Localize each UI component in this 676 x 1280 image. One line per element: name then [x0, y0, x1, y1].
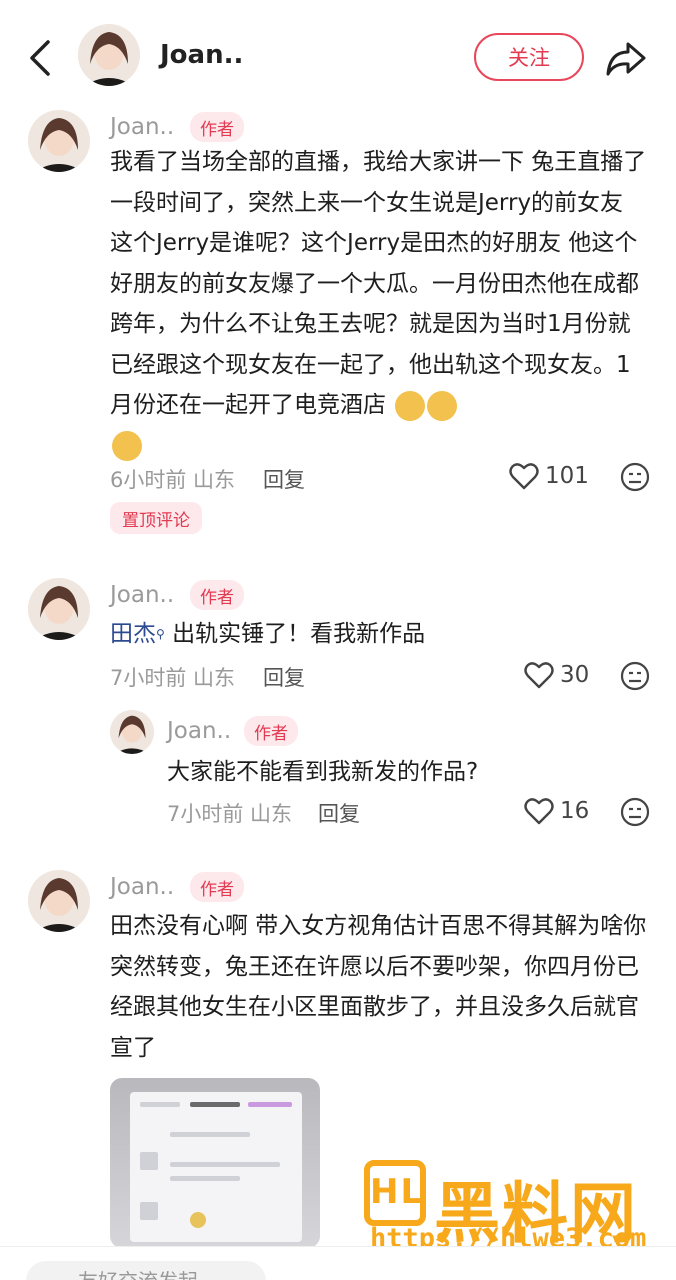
author-avatar[interactable]: [78, 24, 140, 86]
reply-button[interactable]: 回复: [318, 798, 360, 828]
like-button[interactable]: 101: [509, 462, 589, 490]
like-button[interactable]: 30: [524, 661, 589, 689]
bottom-bar: 友好交流发起: [0, 1246, 676, 1280]
commenter-name[interactable]: Joan..: [110, 114, 174, 140]
emoji-icon: [395, 390, 426, 421]
replier-name[interactable]: Joan..: [167, 718, 231, 744]
commenter-avatar[interactable]: [28, 870, 90, 932]
reply-button[interactable]: 回复: [263, 464, 305, 494]
comment-text: 田杰没有心啊 带入女方视角估计百思不得其解为啥你突然转变，兔王还在许愿以后不要吵…: [110, 913, 647, 1061]
author-tag: 作者: [190, 580, 244, 610]
emoji-icon: [112, 431, 142, 461]
heart-icon: [509, 463, 539, 490]
heart-icon: [524, 798, 554, 825]
like-button[interactable]: 16: [524, 797, 589, 825]
comment-text: 田杰⚲ 出轨实锤了！看我新作品: [110, 621, 426, 647]
like-count: 30: [560, 662, 590, 688]
comment-input[interactable]: 友好交流发起: [26, 1261, 266, 1280]
like-count: 101: [545, 463, 589, 489]
author-name: Joan..: [160, 40, 244, 70]
dislike-icon[interactable]: [620, 797, 650, 827]
reply-button[interactable]: 回复: [263, 662, 305, 692]
commenter-avatar[interactable]: [28, 110, 90, 172]
commenter-avatar[interactable]: [28, 578, 90, 640]
watermark-hl-mark: HL: [364, 1160, 426, 1226]
attached-screenshot[interactable]: [110, 1078, 320, 1248]
author-tag: 作者: [190, 872, 244, 902]
back-icon[interactable]: [24, 38, 58, 78]
author-tag: 作者: [190, 112, 244, 142]
commenter-name[interactable]: Joan..: [110, 582, 174, 608]
comment-body: 我看了当场全部的直播，我给大家讲一下 兔王直播了一段时间了，突然上来一个女生说是…: [110, 149, 647, 418]
pinned-badge: 置顶评论: [110, 502, 202, 534]
comment-body: 出轨实锤了！看我新作品: [172, 621, 426, 647]
like-count: 16: [560, 798, 590, 824]
replier-avatar[interactable]: [110, 710, 154, 754]
comment-meta: 6小时前 山东: [110, 468, 236, 492]
reply-meta: 7小时前 山东: [167, 802, 293, 826]
author-tag: 作者: [244, 716, 298, 746]
share-icon[interactable]: [604, 38, 648, 78]
top-bar: Joan.. 关注: [0, 0, 676, 112]
screenshot-content: [130, 1092, 302, 1242]
dislike-icon[interactable]: [620, 661, 650, 691]
dislike-icon[interactable]: [620, 462, 650, 492]
reply-text: 大家能不能看到我新发的作品?: [167, 759, 479, 785]
follow-button[interactable]: 关注: [474, 33, 584, 81]
emoji-icon: [427, 390, 458, 421]
comment-text: 我看了当场全部的直播，我给大家讲一下 兔王直播了一段时间了，突然上来一个女生说是…: [110, 142, 650, 466]
topic-link[interactable]: 田杰: [110, 621, 156, 647]
commenter-name[interactable]: Joan..: [110, 874, 174, 900]
heart-icon: [524, 662, 554, 689]
comment-meta: 7小时前 山东: [110, 666, 236, 690]
